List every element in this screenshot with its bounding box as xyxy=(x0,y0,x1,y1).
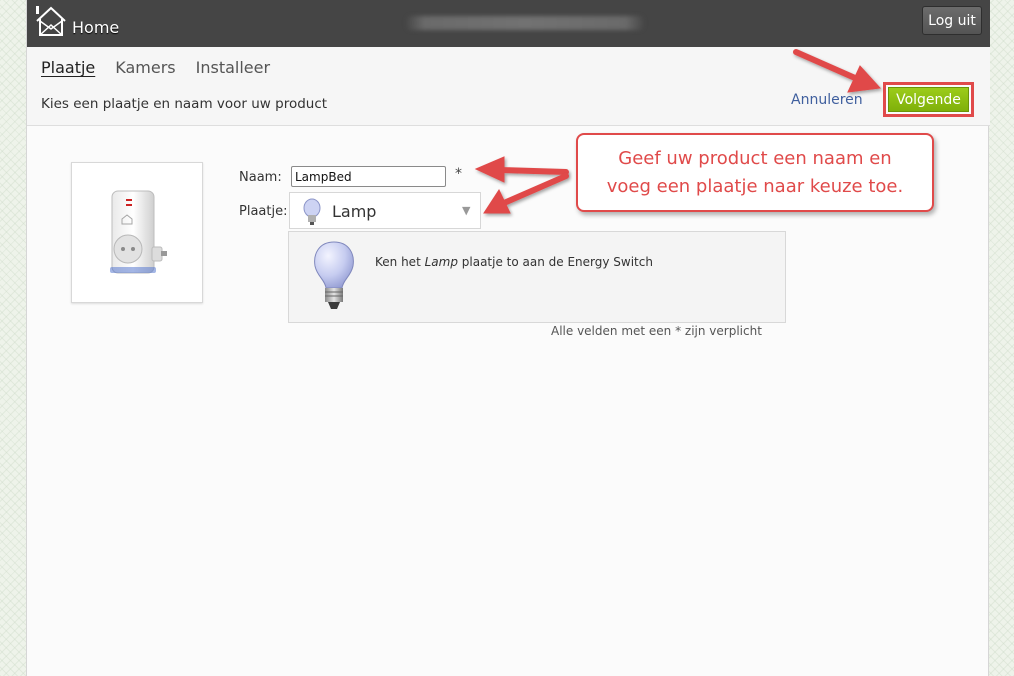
name-label: Naam: xyxy=(239,170,282,185)
step-instruction: Kies een plaatje en naam voor uw product xyxy=(41,96,328,112)
cancel-link[interactable]: Annuleren xyxy=(791,92,863,108)
image-select-value: Lamp xyxy=(332,202,377,221)
light-bulb-icon xyxy=(303,198,321,225)
tab-plaatje[interactable]: Plaatje xyxy=(41,58,95,77)
home-label[interactable]: Home xyxy=(72,18,119,37)
annotation-callout: Geef uw product een naam en voeg een pla… xyxy=(576,133,934,212)
tab-kamers[interactable]: Kamers xyxy=(115,58,175,77)
product-image-preview xyxy=(71,162,203,303)
image-label: Plaatje: xyxy=(239,204,288,219)
energy-switch-plug-icon xyxy=(110,190,167,274)
product-name-input[interactable] xyxy=(291,166,446,187)
light-bulb-icon xyxy=(314,241,354,309)
top-bar: Home Log uit xyxy=(27,0,990,47)
app-frame: Home Log uit Plaatje Kamers Installeer K… xyxy=(26,0,990,676)
callout-line-2: voeg een plaatje naar keuze toe. xyxy=(606,176,904,197)
next-button[interactable]: Volgende xyxy=(888,87,969,112)
image-preview-caption: Ken het Lamp plaatje to aan de Energy Sw… xyxy=(375,255,653,269)
wizard-header: Plaatje Kamers Installeer Kies een plaat… xyxy=(27,47,990,126)
triangle-down-icon: ▼ xyxy=(462,204,471,217)
required-fields-note: Alle velden met een * zijn verplicht xyxy=(551,324,762,338)
image-preview-panel: Ken het Lamp plaatje to aan de Energy Sw… xyxy=(288,231,786,323)
house-logo-icon[interactable] xyxy=(34,5,68,37)
callout-line-1: Geef uw product een naam en xyxy=(618,148,892,169)
image-select[interactable]: Lamp ▼ xyxy=(289,192,481,229)
tab-installeer[interactable]: Installeer xyxy=(196,58,270,77)
logout-button[interactable]: Log uit xyxy=(922,6,982,35)
blurred-title xyxy=(405,16,645,30)
required-marker: * xyxy=(455,166,462,182)
next-button-highlight: Volgende xyxy=(883,82,974,117)
wizard-tabs: Plaatje Kamers Installeer xyxy=(41,58,290,77)
